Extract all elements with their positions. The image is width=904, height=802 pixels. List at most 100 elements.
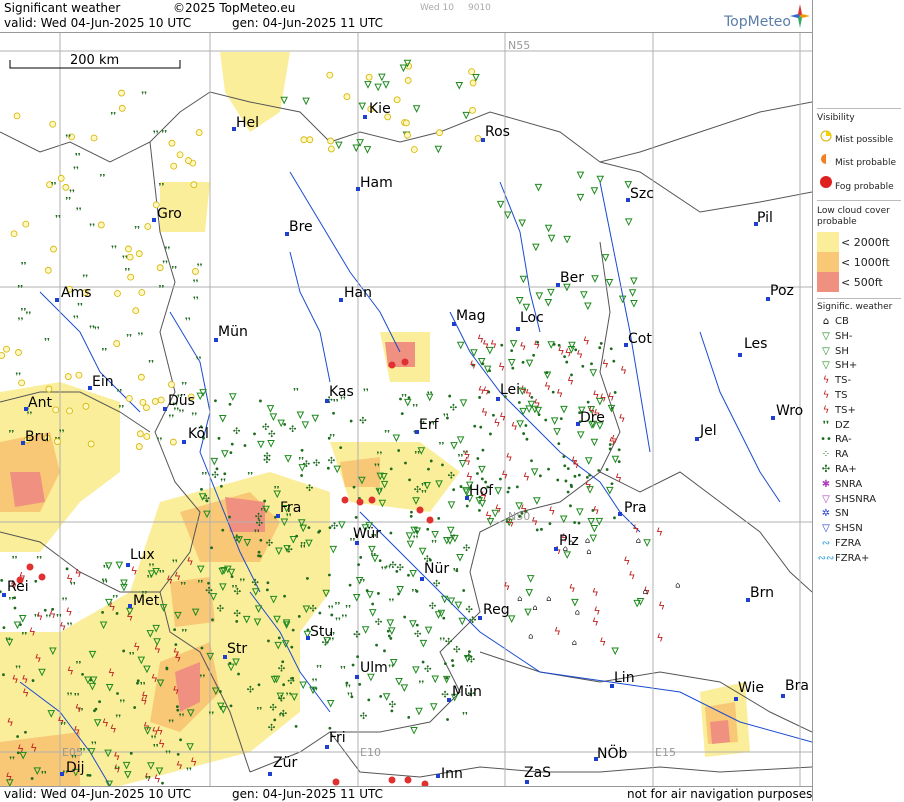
svg-text:ϟ: ϟ xyxy=(569,582,576,595)
svg-text:Mün: Mün xyxy=(452,684,482,700)
city-pil: Pil xyxy=(754,210,773,226)
svg-text:❜❜: ❜❜ xyxy=(165,750,171,760)
copyright: ©2025 TopMeteo.eu xyxy=(173,1,296,15)
svg-text:❜❜: ❜❜ xyxy=(141,91,147,101)
svg-text:❜❜: ❜❜ xyxy=(101,347,107,357)
svg-text:Szc: Szc xyxy=(630,186,654,202)
city-loc: Loc xyxy=(516,310,544,331)
svg-text:Rei: Rei xyxy=(7,579,29,595)
footer-note: not for air navigation purposes xyxy=(627,787,813,801)
svg-text:ϟ: ϟ xyxy=(618,412,625,425)
svg-text:ϟ: ϟ xyxy=(623,555,630,568)
city-zas: ZaS xyxy=(524,765,551,784)
city-ber: Ber xyxy=(556,270,584,287)
svg-text:Plz: Plz xyxy=(559,533,579,549)
svg-text:ϟ: ϟ xyxy=(599,635,606,648)
city-lin: Lin xyxy=(610,670,635,688)
wx-dz-icon: ❜❜ xyxy=(822,419,830,431)
svg-text:ϟ: ϟ xyxy=(544,380,551,393)
city-inn: Inn xyxy=(436,766,463,782)
city-kol: Köl xyxy=(182,426,209,444)
city-cot: Cot xyxy=(624,331,652,347)
svg-text:Pil: Pil xyxy=(757,210,773,226)
topmeteo-logo[interactable]: TopMeteo xyxy=(724,4,812,30)
svg-text:ϟ: ϟ xyxy=(6,716,13,729)
svg-text:❜❜: ❜❜ xyxy=(329,434,335,444)
svg-text:❜❜: ❜❜ xyxy=(257,706,263,716)
svg-text:❜❜: ❜❜ xyxy=(9,430,15,440)
svg-text:⌂: ⌂ xyxy=(586,547,591,556)
svg-text:❜❜: ❜❜ xyxy=(462,711,468,721)
svg-text:❜❜: ❜❜ xyxy=(286,692,292,702)
svg-text:ϟ: ϟ xyxy=(620,364,627,377)
svg-text:❜❜: ❜❜ xyxy=(36,556,42,566)
faint-label-2: 9010 xyxy=(468,3,491,13)
city-ros: Ros xyxy=(481,124,510,142)
weather-map[interactable]: N55 N50 E05 E10 E15 200 km ❜❜✣✣❜❜✣❜❜✣❜❜✣… xyxy=(0,32,812,786)
svg-text:❜❜: ❜❜ xyxy=(27,411,33,421)
svg-text:ϟ: ϟ xyxy=(478,384,485,397)
svg-text:ϟ: ϟ xyxy=(29,626,36,639)
svg-text:❜❜: ❜❜ xyxy=(333,399,339,409)
svg-text:ϟ: ϟ xyxy=(583,334,590,347)
wx-sh-icon: ▽ xyxy=(822,345,830,357)
svg-text:Brn: Brn xyxy=(750,585,774,601)
svg-text:❜❜: ❜❜ xyxy=(412,403,418,413)
svg-text:✣: ✣ xyxy=(453,645,461,655)
scale-label: 200 km xyxy=(70,53,119,68)
svg-text:ϟ: ϟ xyxy=(523,471,530,484)
svg-text:ϟ: ϟ xyxy=(74,567,81,580)
city-wur: Wür xyxy=(353,526,381,545)
svg-text:❜❜: ❜❜ xyxy=(103,564,109,574)
svg-text:❜❜: ❜❜ xyxy=(153,130,159,140)
svg-text:ϟ: ϟ xyxy=(110,723,117,736)
svg-text:❜❜: ❜❜ xyxy=(293,388,299,398)
svg-text:NÖb: NÖb xyxy=(597,744,627,762)
svg-text:❜❜: ❜❜ xyxy=(316,664,322,674)
svg-text:❜❜: ❜❜ xyxy=(335,617,341,627)
city-met: Met xyxy=(128,593,160,609)
svg-text:Ams: Ams xyxy=(61,285,92,301)
svg-text:✣: ✣ xyxy=(268,724,276,734)
svg-text:❜❜: ❜❜ xyxy=(179,409,185,419)
svg-text:❜❜: ❜❜ xyxy=(254,529,260,539)
fog-probable-icon xyxy=(820,176,832,188)
city-nob: NÖb xyxy=(594,744,627,762)
svg-text:⌂: ⌂ xyxy=(643,587,648,596)
svg-text:❜❜: ❜❜ xyxy=(18,317,24,327)
wx-shsnra-icon: ▽ xyxy=(822,493,830,505)
svg-text:ϟ: ϟ xyxy=(533,397,540,410)
wx-fzra--icon: ∾∾ xyxy=(817,552,835,564)
svg-text:ϟ: ϟ xyxy=(611,433,618,446)
svg-text:ϟ: ϟ xyxy=(66,572,73,585)
legend-wx-sh-: ▽ SH- xyxy=(817,331,852,342)
svg-text:ϟ: ϟ xyxy=(113,750,120,763)
city-szc: Szc xyxy=(626,186,654,202)
city-mun2: Mün xyxy=(447,684,482,702)
svg-text:❜❜: ❜❜ xyxy=(172,559,178,569)
svg-text:ϟ: ϟ xyxy=(75,702,82,715)
svg-text:ϟ: ϟ xyxy=(525,387,532,400)
svg-text:❜❜: ❜❜ xyxy=(381,566,387,576)
svg-text:❜❜: ❜❜ xyxy=(247,471,253,481)
city-bre: Bre xyxy=(285,219,313,236)
svg-text:ϟ: ϟ xyxy=(556,387,563,400)
svg-text:❜❜: ❜❜ xyxy=(76,661,82,671)
compass-icon xyxy=(790,4,810,28)
svg-text:❜❜: ❜❜ xyxy=(17,285,23,295)
svg-text:❜❜: ❜❜ xyxy=(159,285,165,295)
svg-text:Ant: Ant xyxy=(28,395,52,411)
svg-text:❜❜: ❜❜ xyxy=(220,478,226,488)
svg-text:ϟ: ϟ xyxy=(592,504,599,517)
city-brn: Brn xyxy=(746,585,774,602)
svg-text:⌂: ⌂ xyxy=(528,631,533,640)
svg-text:❜❜: ❜❜ xyxy=(363,388,369,398)
svg-text:❜❜: ❜❜ xyxy=(26,311,32,321)
city-poz: Poz xyxy=(766,283,794,301)
svg-text:✣: ✣ xyxy=(414,485,422,495)
svg-text:✣: ✣ xyxy=(469,616,477,626)
svg-text:❜❜: ❜❜ xyxy=(161,130,167,140)
legend-wx-snra: ✱ SNRA xyxy=(817,479,862,490)
svg-text:❜❜: ❜❜ xyxy=(125,267,131,277)
svg-text:ϟ: ϟ xyxy=(656,526,663,539)
